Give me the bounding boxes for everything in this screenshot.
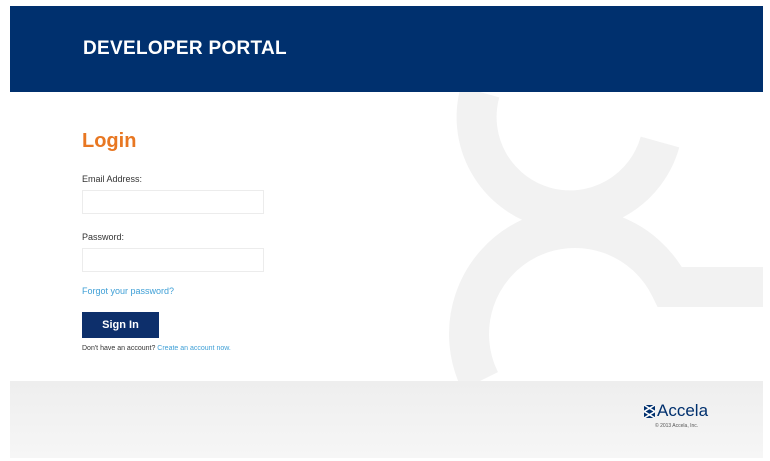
signup-prompt: Don't have an account? Create an account… xyxy=(82,345,231,352)
login-heading: Login xyxy=(82,130,137,152)
password-field[interactable] xyxy=(82,248,264,272)
site-header: DEVELOPER PORTAL xyxy=(10,6,763,92)
forgot-password-link[interactable]: Forgot your password? xyxy=(82,286,174,296)
password-label: Password: xyxy=(82,232,125,242)
copyright-text: © 2013 Accela, Inc. xyxy=(655,423,699,429)
portal-title: DEVELOPER PORTAL xyxy=(83,38,287,59)
site-footer: Accela © 2013 Accela, Inc. xyxy=(10,381,763,458)
sign-in-button[interactable]: Sign In xyxy=(82,312,159,338)
create-account-link[interactable]: Create an account now. xyxy=(157,345,231,352)
email-field[interactable] xyxy=(82,190,264,214)
email-label: Email Address: xyxy=(82,174,143,184)
page-frame: DEVELOPER PORTAL Login Email Address: Pa… xyxy=(10,6,763,458)
login-section: Login Email Address: Password: Forgot yo… xyxy=(10,92,763,381)
accela-logo-icon xyxy=(644,405,655,418)
brand-name: Accela xyxy=(657,401,709,420)
no-account-text: Don't have an account? xyxy=(82,345,156,352)
